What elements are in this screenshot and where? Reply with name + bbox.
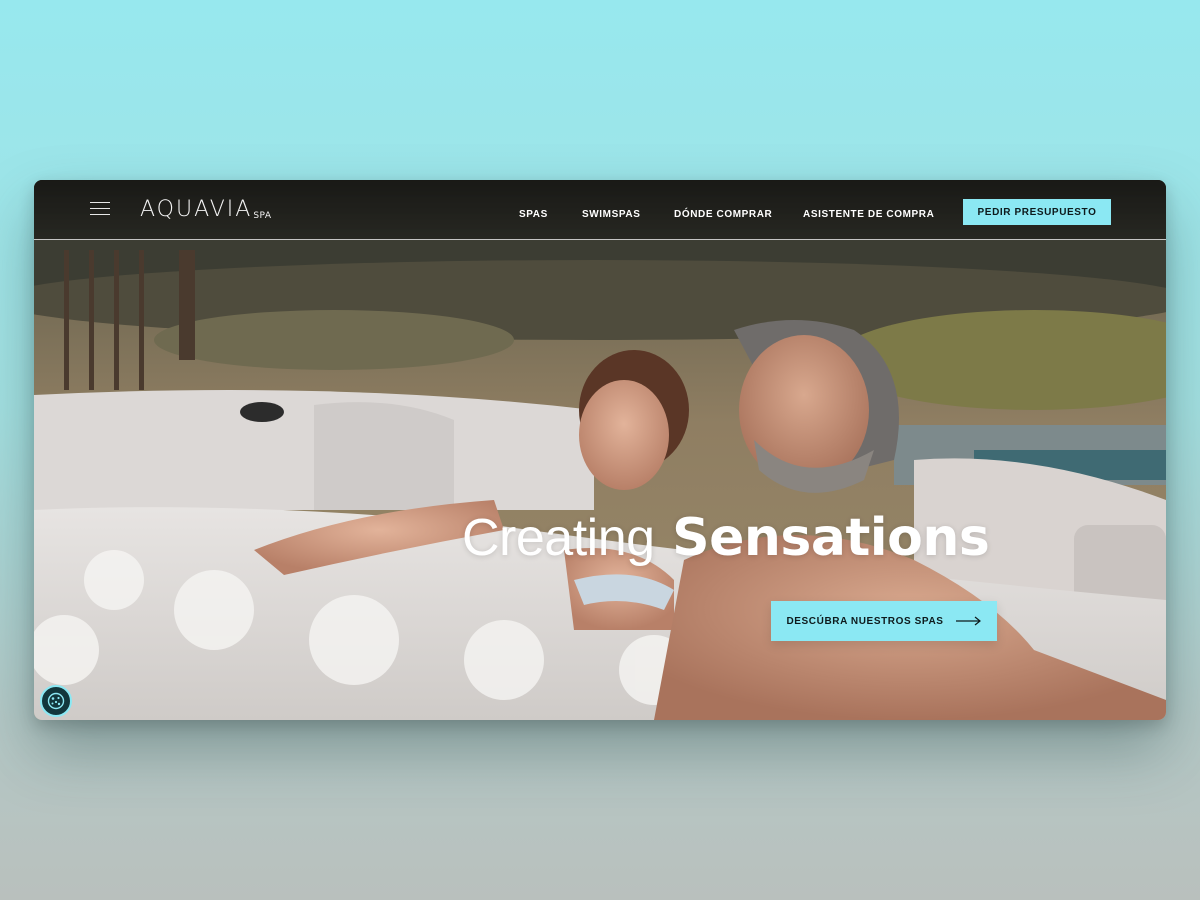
top-navigation-bar: AQUAVIA SPA SPAS SWIMSPAS DÓNDE COMPRAR … [34, 180, 1166, 240]
arrow-right-icon [955, 614, 982, 629]
brand-logo[interactable]: AQUAVIA SPA [140, 197, 272, 223]
brand-name: AQUAVIA [140, 197, 253, 222]
brand-suffix: SPA [253, 211, 272, 221]
headline-light: Creating [462, 509, 655, 567]
nav-item-swimspas[interactable]: SWIMSPAS [582, 209, 641, 220]
nav-item-spas[interactable]: SPAS [519, 209, 548, 220]
discover-spas-label: DESCÚBRA NUESTROS SPAS [786, 615, 944, 627]
browser-window: AQUAVIA SPA SPAS SWIMSPAS DÓNDE COMPRAR … [34, 180, 1166, 720]
nav-item-asistente-de-compra[interactable]: ASISTENTE DE COMPRA [803, 209, 934, 220]
cookie-settings-icon[interactable] [40, 685, 72, 717]
discover-spas-button[interactable]: DESCÚBRA NUESTROS SPAS [771, 601, 997, 641]
request-quote-button[interactable]: PEDIR PRESUPUESTO [963, 199, 1111, 225]
nav-item-donde-comprar[interactable]: DÓNDE COMPRAR [674, 209, 772, 220]
hamburger-menu-icon[interactable] [90, 202, 110, 218]
hero-headline: Creating Sensations [462, 508, 990, 568]
headline-bold: Sensations [672, 508, 990, 568]
